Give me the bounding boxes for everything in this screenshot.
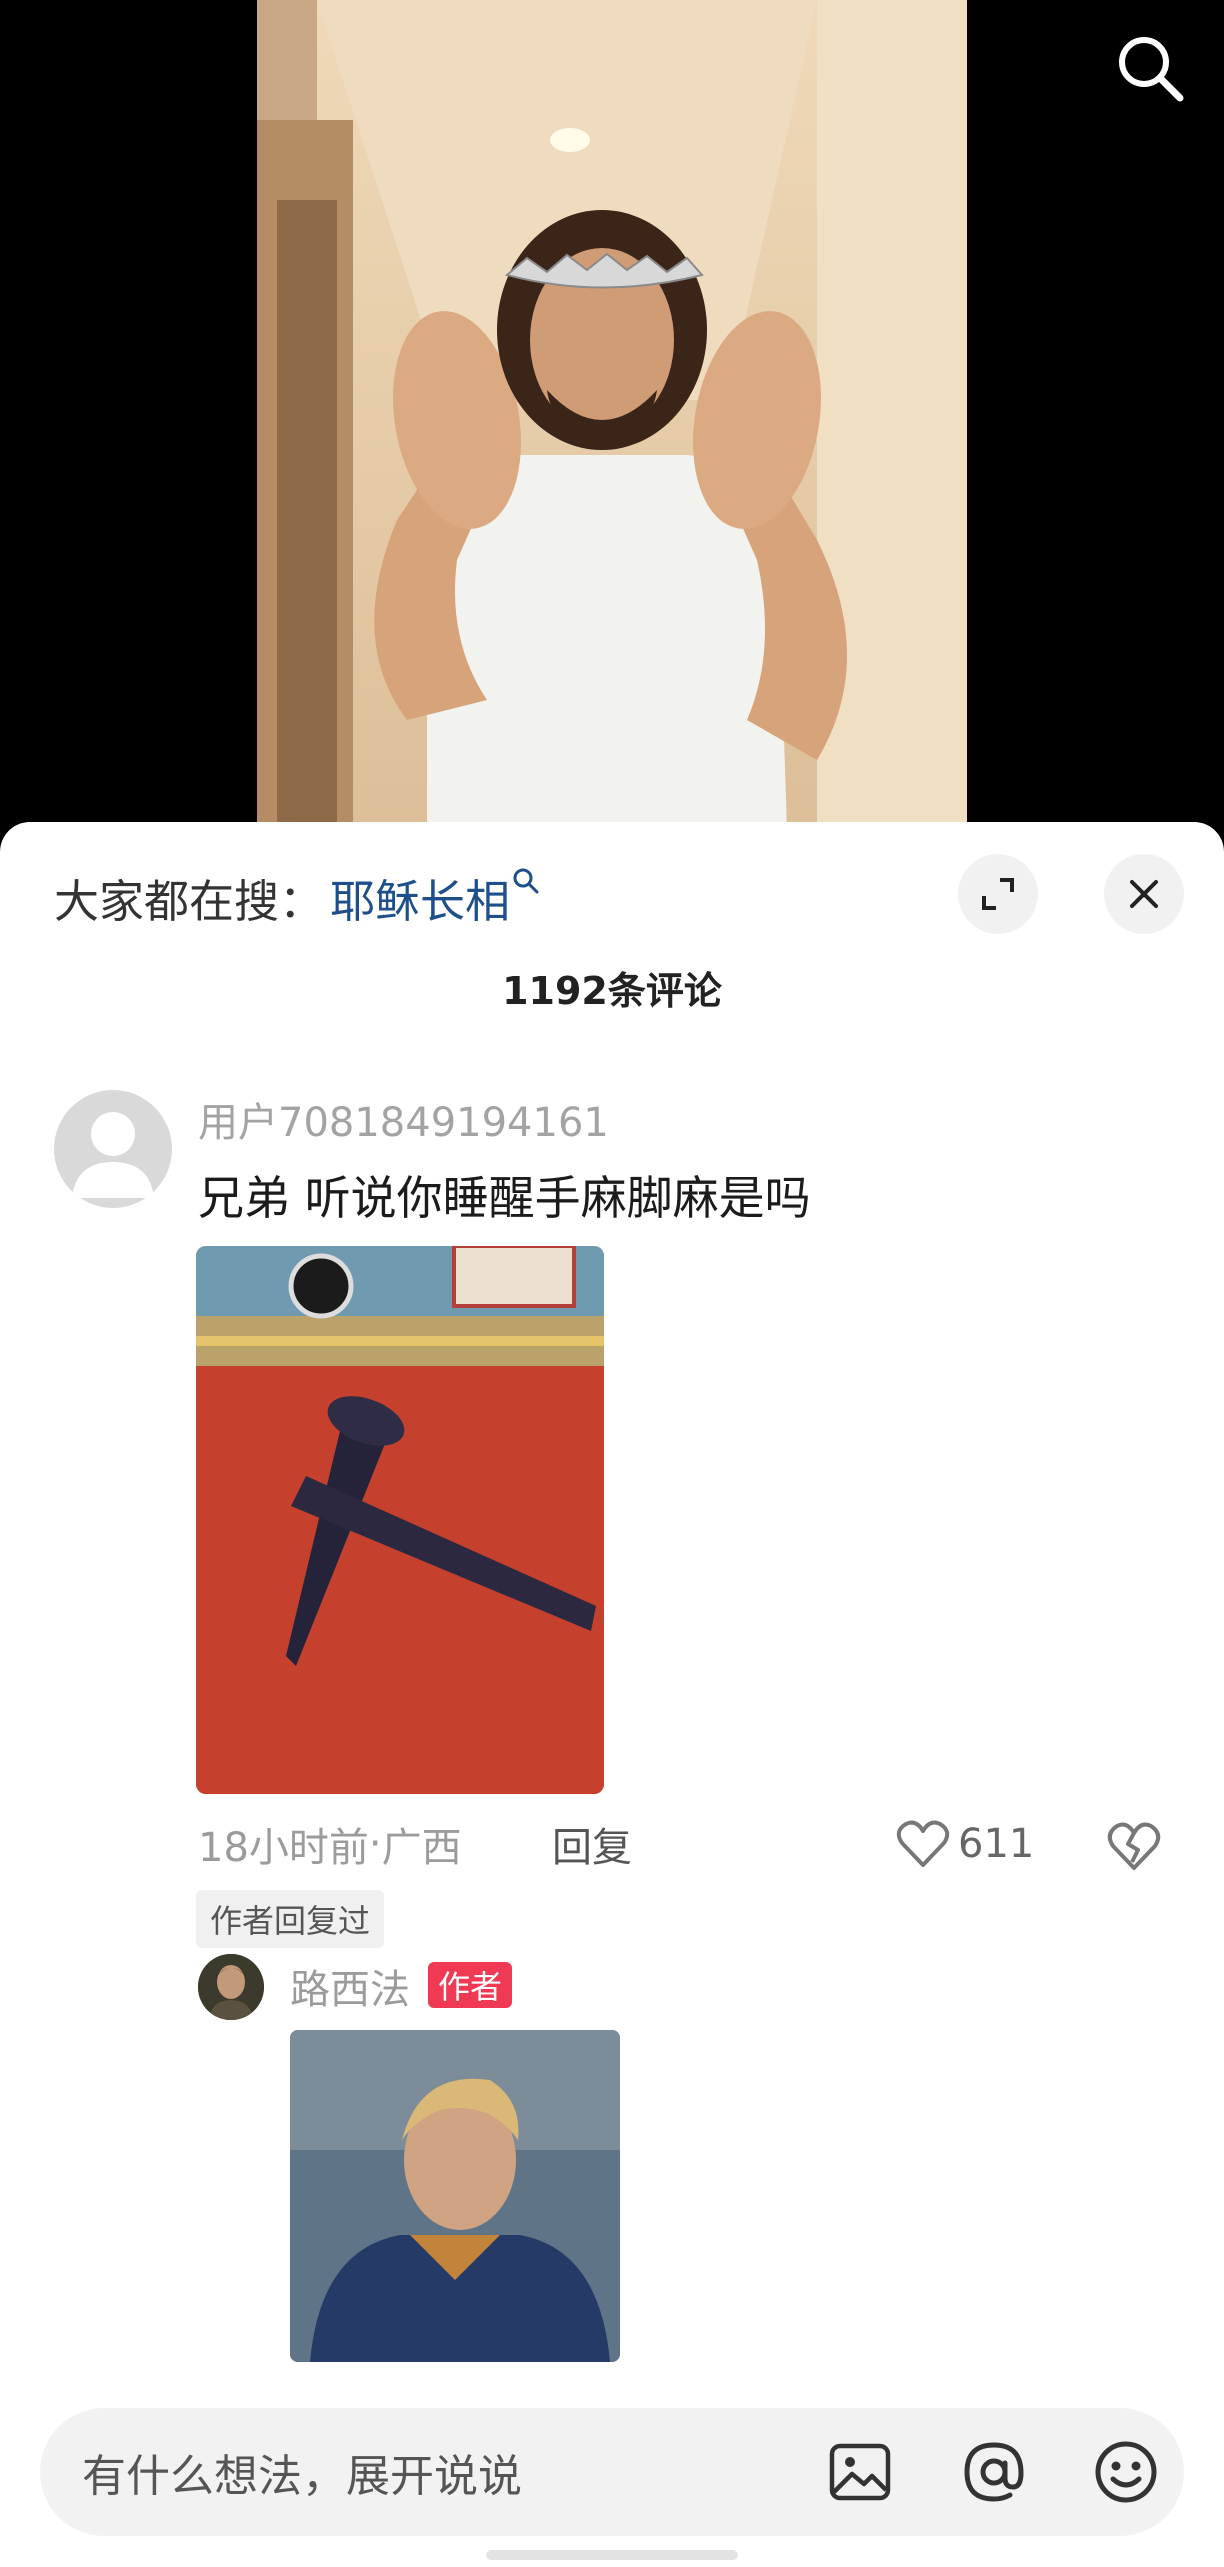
default-avatar-icon	[72, 1112, 154, 1198]
expand-button[interactable]	[958, 854, 1038, 934]
search-icon	[1119, 37, 1184, 102]
author-replied-tag: 作者回复过	[196, 1890, 385, 1948]
comment-meta: 18小时前 · 广西	[198, 1814, 462, 1874]
video-frame	[257, 0, 967, 830]
expand-icon	[982, 878, 1014, 910]
author-avatar-image	[198, 1954, 264, 2020]
comment-input-placeholder: 有什么想法，展开说说	[82, 2451, 522, 2502]
like-count: 611	[958, 1821, 1035, 1867]
heart-icon	[896, 1820, 950, 1867]
hot-search-prefix: 大家都在搜：	[54, 874, 325, 928]
reply-button[interactable]: 回复	[552, 1814, 632, 1874]
small-search-icon	[513, 868, 539, 894]
meta-separator: ·	[368, 1821, 382, 1867]
hot-search-bar[interactable]: 大家都在搜： 耶稣长相	[54, 862, 540, 932]
comment-text: 兄弟 听说你睡醒手麻脚麻是吗	[198, 1171, 811, 1225]
dislike-button[interactable]	[1106, 1818, 1162, 1874]
broken-heart-icon	[1107, 1822, 1161, 1870]
comment-time: 18小时前	[198, 1825, 369, 1871]
home-indicator[interactable]	[486, 2550, 738, 2560]
author-avatar[interactable]	[198, 1954, 264, 2020]
video-player[interactable]	[0, 0, 1224, 830]
comment-image[interactable]	[196, 1246, 604, 1794]
comment-photo	[196, 1246, 604, 1794]
avatar[interactable]	[54, 1090, 172, 1208]
reply-image[interactable]	[290, 2030, 620, 2362]
at-icon	[964, 2442, 1024, 2502]
author-name[interactable]: 路西法	[290, 1956, 410, 2016]
hot-search-term[interactable]: 耶稣长相	[330, 865, 510, 930]
like-button[interactable]: 611	[896, 1814, 1034, 1874]
reply-photo	[290, 2030, 620, 2362]
comment-sheet: 大家都在搜： 耶稣长相 1192条评论 用户7081849194161 兄弟 听…	[0, 822, 1224, 2567]
image-button[interactable]	[820, 2432, 900, 2512]
search-button[interactable]	[1110, 28, 1190, 108]
author-badge: 作者	[428, 1962, 513, 2008]
comment-username[interactable]: 用户7081849194161	[198, 1090, 609, 1148]
mention-button[interactable]	[954, 2432, 1034, 2512]
close-button[interactable]	[1104, 854, 1184, 934]
emoji-button[interactable]	[1086, 2432, 1166, 2512]
comment-count: 1192条评论	[502, 969, 722, 1013]
emoji-icon	[1095, 2441, 1157, 2503]
video-still	[257, 0, 967, 830]
image-icon	[829, 2443, 891, 2501]
comment-location: 广西	[381, 1825, 462, 1871]
close-icon	[1130, 880, 1158, 908]
comment-input[interactable]: 有什么想法，展开说说	[40, 2408, 1184, 2536]
